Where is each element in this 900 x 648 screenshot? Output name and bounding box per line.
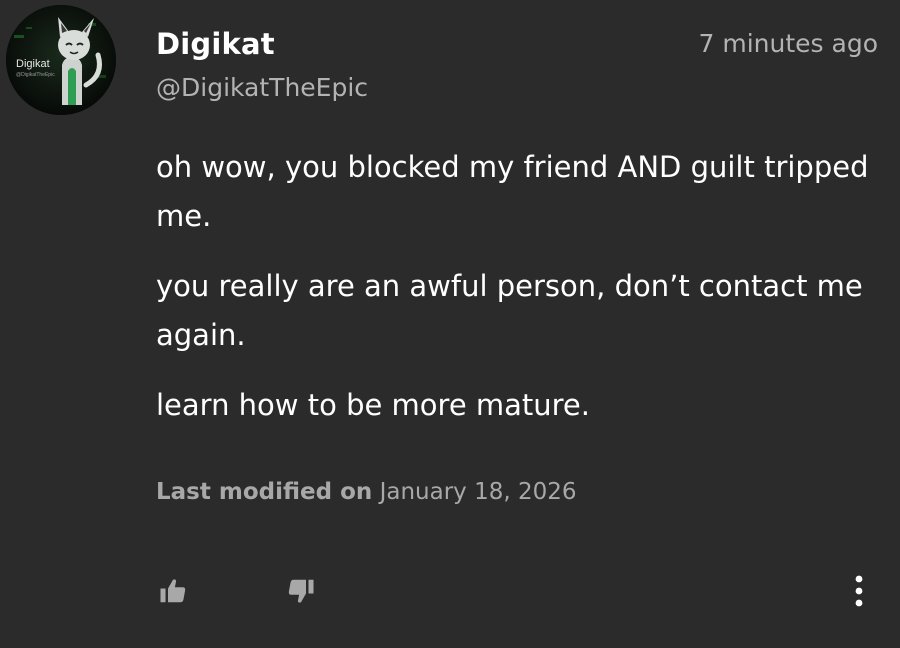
author-name[interactable]: Digikat <box>156 24 275 64</box>
last-modified-date: January 18, 2026 <box>379 479 577 505</box>
timestamp: 7 minutes ago <box>698 29 878 58</box>
comment-actions <box>0 560 900 620</box>
like-button[interactable] <box>150 568 196 614</box>
avatar-subcaption: @DigikatTheEpic <box>16 72 55 78</box>
author-handle[interactable]: @DigikatTheEpic <box>156 70 368 106</box>
avatar[interactable]: Digikat @DigikatTheEpic <box>6 5 116 115</box>
comment-body: oh wow, you blocked my friend AND guilt … <box>156 143 876 451</box>
comment-paragraph: you really are an awful person, don’t co… <box>156 269 863 352</box>
avatar-image: Digikat @DigikatTheEpic <box>6 5 116 115</box>
more-vertical-icon <box>855 575 863 607</box>
thumbs-down-icon <box>288 579 314 603</box>
comment-paragraph: learn how to be more mature. <box>156 388 590 422</box>
avatar-caption: Digikat <box>16 58 50 70</box>
more-options-button[interactable] <box>838 568 880 614</box>
thumbs-up-icon <box>160 579 186 603</box>
last-modified-label: Last modified on <box>156 479 373 505</box>
dislike-button[interactable] <box>278 568 324 614</box>
comment-card: Digikat @DigikatTheEpic Digikat @Digikat… <box>0 0 900 648</box>
comment-paragraph: oh wow, you blocked my friend AND guilt … <box>156 150 869 233</box>
last-modified: Last modified on January 18, 2026 <box>156 474 577 510</box>
